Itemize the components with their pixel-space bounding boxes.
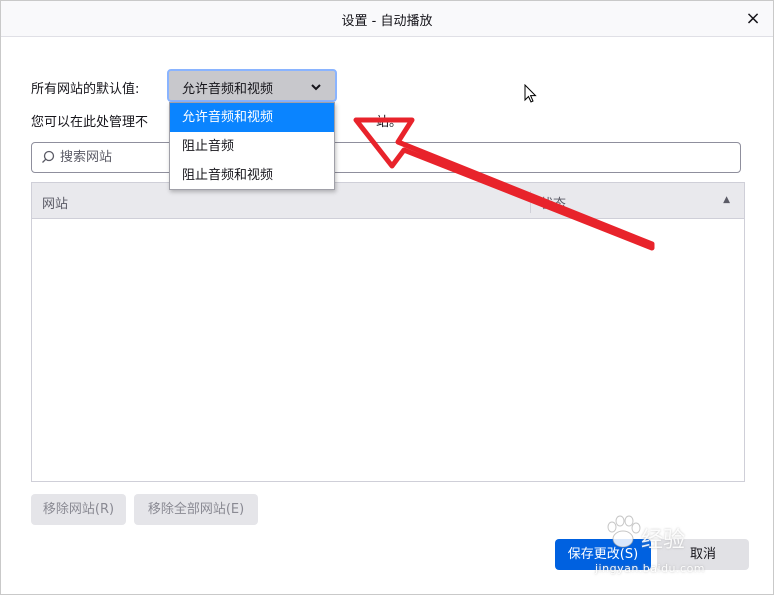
default-setting-label: 所有网站的默认值: — [31, 82, 140, 97]
close-icon[interactable]: × — [741, 7, 765, 31]
search-icon — [41, 148, 55, 170]
autoplay-settings-dialog: 设置 - 自动播放 × 所有网站的默认值: 允许音频和视频 您可以在此处管理不 站… — [0, 0, 774, 595]
search-input[interactable] — [60, 147, 720, 168]
option-allow-audio-video[interactable]: 允许音频和视频 — [170, 103, 334, 132]
sort-ascending-icon[interactable]: ▲ — [723, 195, 730, 205]
column-header-status[interactable]: 状态 — [540, 193, 566, 212]
save-changes-button[interactable]: 保存更改(S) — [555, 539, 651, 570]
dialog-title: 设置 - 自动播放 — [341, 14, 433, 29]
option-block-audio[interactable]: 阻止音频 — [170, 132, 334, 161]
autoplay-options-dropdown: 允许音频和视频 阻止音频 阻止音频和视频 — [169, 102, 335, 190]
mouse-cursor-icon — [524, 84, 537, 103]
select-current-value: 允许音频和视频 — [182, 82, 274, 97]
chevron-down-icon — [310, 77, 322, 100]
search-box[interactable] — [31, 142, 741, 173]
sites-table: 网站 状态 ▲ — [31, 182, 745, 482]
default-autoplay-select[interactable]: 允许音频和视频 — [167, 69, 337, 102]
column-header-site[interactable]: 网站 — [42, 193, 68, 212]
column-divider[interactable] — [530, 191, 531, 213]
description-end: 站。 — [376, 115, 403, 130]
dialog-titlebar: 设置 - 自动播放 × — [1, 1, 773, 37]
cancel-button[interactable]: 取消 — [657, 539, 749, 570]
description-start: 您可以在此处管理不 — [31, 115, 149, 130]
option-block-audio-video[interactable]: 阻止音频和视频 — [170, 161, 334, 190]
remove-site-button[interactable]: 移除网站(R) — [31, 494, 126, 525]
table-header: 网站 状态 ▲ — [32, 183, 744, 219]
remove-all-sites-button[interactable]: 移除全部网站(E) — [134, 494, 258, 525]
